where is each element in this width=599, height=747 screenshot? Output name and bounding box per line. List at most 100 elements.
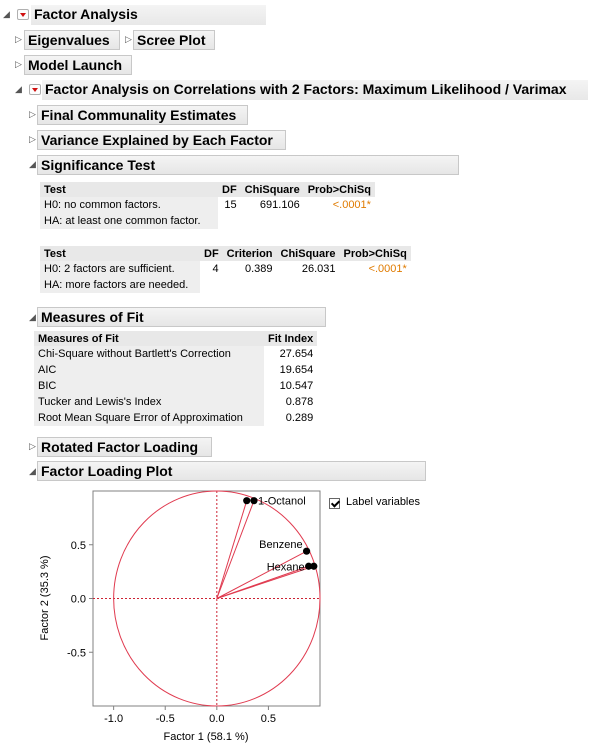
table-cell: BIC	[34, 378, 264, 394]
variance-explained-outline[interactable]: Variance Explained by Each Factor	[37, 130, 286, 150]
collapse-triangle-icon[interactable]: ◢	[29, 312, 36, 322]
table-cell	[304, 213, 375, 229]
red-triangle-menu-icon[interactable]	[29, 84, 41, 95]
final-communality-outline[interactable]: Final Communality Estimates	[37, 105, 248, 125]
point-label: Benzene	[259, 539, 302, 551]
table-row: HA: at least one common factor.	[40, 213, 375, 229]
table-cell	[241, 213, 304, 229]
final-communality-label: Final Communality Estimates	[41, 107, 237, 123]
column-header: Test	[40, 182, 218, 197]
x-tick-label: -0.5	[156, 713, 175, 725]
table-cell	[218, 213, 241, 229]
table-row: H0: no common factors. 15 691.106 <.0001…	[40, 197, 375, 213]
table-cell: 0.289	[285, 412, 314, 424]
model-launch-outline[interactable]: Model Launch	[24, 55, 132, 75]
data-point	[302, 547, 311, 555]
significance-table-1: Test DF ChiSquare Prob>ChiSq H0: no comm…	[40, 182, 375, 229]
column-header: Prob>ChiSq	[339, 246, 411, 261]
label-variables-checkbox[interactable]	[329, 498, 340, 509]
p-value-cell: <.0001*	[368, 263, 407, 275]
table-cell: 26.031	[301, 263, 336, 275]
factor-loading-plot-title: Factor Loading Plot	[41, 463, 173, 479]
collapse-triangle-icon[interactable]: ◢	[29, 466, 36, 476]
table-row: Tucker and Lewis's Index 0.878	[34, 394, 317, 410]
column-header: DF	[200, 246, 223, 261]
measures-of-fit-outline[interactable]: Measures of Fit	[37, 307, 326, 327]
column-header: ChiSquare	[276, 246, 340, 261]
column-header: Criterion	[222, 246, 277, 261]
table-cell: Root Mean Square Error of Approximation	[34, 410, 264, 426]
table-cell: 0.878	[285, 396, 314, 408]
column-header: DF	[218, 182, 241, 197]
y-tick-label: -0.5	[67, 647, 86, 659]
significance-table-2: Test DF Criterion ChiSquare Prob>ChiSq H…	[40, 246, 411, 293]
column-header: Measures of Fit	[34, 331, 264, 346]
variance-explained-label: Variance Explained by Each Factor	[41, 132, 273, 148]
factor-analysis-header[interactable]: Factor Analysis	[31, 5, 266, 25]
measures-of-fit-table: Measures of Fit Fit Index Chi-Square wit…	[34, 331, 318, 426]
label-variables-label[interactable]: Label variables	[346, 496, 420, 508]
table-cell: H0: 2 factors are sufficient.	[40, 261, 200, 277]
expand-triangle-icon[interactable]: ▷	[29, 134, 36, 144]
factor-loading-plot-outline[interactable]: Factor Loading Plot	[37, 461, 426, 481]
y-tick-label: 0.0	[71, 594, 86, 606]
collapse-triangle-icon[interactable]: ◢	[3, 9, 10, 19]
table-row: Root Mean Square Error of Approximation …	[34, 410, 317, 426]
table-cell: HA: at least one common factor.	[40, 213, 218, 229]
table-cell	[340, 277, 411, 293]
significance-test-title: Significance Test	[41, 157, 156, 173]
expand-triangle-icon[interactable]: ▷	[29, 441, 36, 451]
expand-triangle-icon[interactable]: ▷	[125, 34, 132, 44]
model-launch-label: Model Launch	[28, 57, 123, 73]
significance-test-outline[interactable]: Significance Test	[37, 155, 459, 175]
data-point	[250, 497, 258, 505]
eigenvalues-outline[interactable]: Eigenvalues	[24, 30, 120, 50]
table-cell: H0: no common factors.	[40, 197, 218, 213]
column-header: Prob>ChiSq	[303, 182, 375, 197]
collapse-triangle-icon[interactable]: ◢	[29, 159, 36, 169]
p-value-cell: <.0001*	[332, 199, 371, 211]
x-tick-label: 0.5	[261, 713, 276, 725]
fa-correlations-outline[interactable]: Factor Analysis on Correlations with 2 F…	[42, 80, 588, 100]
x-tick-label: -1.0	[104, 713, 123, 725]
table-cell: AIC	[34, 362, 264, 378]
collapse-triangle-icon[interactable]: ◢	[15, 84, 22, 94]
table-header-row: Test DF Criterion ChiSquare Prob>ChiSq	[40, 246, 411, 261]
column-header: Test	[40, 246, 200, 261]
fa-correlations-title: Factor Analysis on Correlations with 2 F…	[45, 81, 567, 97]
table-header-row: Test DF ChiSquare Prob>ChiSq	[40, 182, 375, 197]
table-cell: 27.654	[279, 348, 314, 360]
point-label: Hexane	[267, 561, 305, 573]
x-tick-label: 0.0	[209, 713, 224, 725]
eigenvalues-label: Eigenvalues	[28, 32, 110, 48]
measures-of-fit-title: Measures of Fit	[41, 309, 144, 325]
scree-plot-outline[interactable]: Scree Plot	[133, 30, 215, 50]
data-point	[310, 562, 318, 570]
column-header: Fit Index	[264, 331, 318, 346]
y-axis-label: Factor 2 (35.3 %)	[39, 556, 51, 641]
table-row: H0: 2 factors are sufficient. 4 0.389 26…	[40, 261, 411, 277]
table-cell: Chi-Square without Bartlett's Correction	[34, 346, 264, 362]
red-triangle-menu-icon[interactable]	[17, 9, 29, 20]
expand-triangle-icon[interactable]: ▷	[29, 109, 36, 119]
table-cell: 19.654	[279, 364, 314, 376]
factor-loading-chart: 1-Octanol Benzene Hexane 0.5 0.0 -0.5 -1.0 -0…	[39, 490, 321, 743]
x-axis-label: Factor 1 (58.1 %)	[164, 731, 249, 743]
table-header-row: Measures of Fit Fit Index	[34, 331, 318, 346]
factor-analysis-title: Factor Analysis	[34, 6, 138, 22]
table-cell: Tucker and Lewis's Index	[34, 394, 264, 410]
table-cell	[200, 277, 223, 293]
table-row: AIC 19.654	[34, 362, 317, 378]
table-cell: 691.106	[259, 199, 300, 211]
expand-triangle-icon[interactable]: ▷	[15, 34, 22, 44]
table-cell	[223, 277, 277, 293]
scree-plot-label: Scree Plot	[137, 32, 206, 48]
table-cell: HA: more factors are needed.	[40, 277, 200, 293]
column-header: ChiSquare	[240, 182, 304, 197]
rotated-factor-loading-outline[interactable]: Rotated Factor Loading	[37, 437, 212, 457]
table-row: Chi-Square without Bartlett's Correction…	[34, 346, 317, 362]
table-cell	[277, 277, 340, 293]
y-tick-label: 0.5	[71, 540, 86, 552]
expand-triangle-icon[interactable]: ▷	[15, 59, 22, 69]
rotated-factor-loading-label: Rotated Factor Loading	[41, 439, 199, 455]
